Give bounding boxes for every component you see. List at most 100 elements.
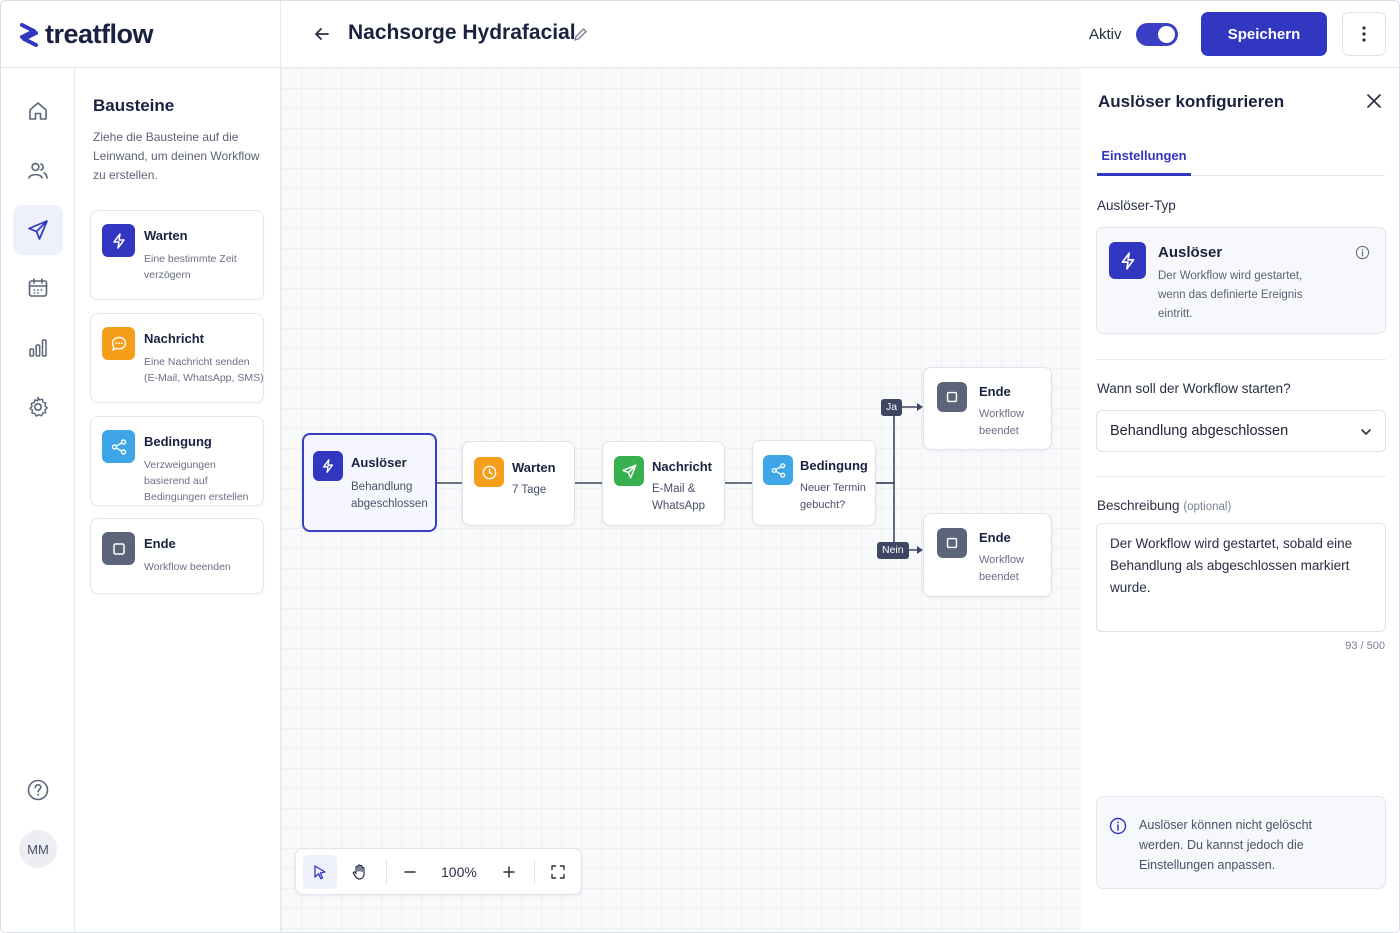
branch-label-yes: Ja (881, 399, 903, 416)
node-title: Bedingung (800, 458, 868, 473)
node-subtitle: Neuer Termin gebucht? (800, 482, 866, 511)
plus-icon (503, 866, 515, 878)
treatflow-logo-icon (20, 22, 38, 47)
start-condition-select[interactable]: Behandlung abgeschlossen (1096, 410, 1386, 452)
stop-icon (112, 542, 125, 555)
edit-title-button[interactable] (569, 23, 591, 45)
tab-einstellungen[interactable]: Einstellungen (1097, 148, 1191, 176)
node-subtitle: Workflow beendet (979, 408, 1025, 437)
block-card-ende[interactable]: Ende Workflow beenden (90, 518, 264, 594)
clock-icon (482, 465, 496, 479)
divider (1096, 359, 1386, 360)
edge-condition-no (876, 482, 918, 551)
nav-item-reports[interactable] (13, 323, 63, 373)
start-condition-label: Wann soll der Workflow starten? (1097, 381, 1291, 396)
avatar[interactable]: MM (19, 830, 57, 868)
close-panel-button[interactable] (1363, 90, 1385, 112)
node-title: Ende (979, 384, 1011, 399)
close-icon (1367, 94, 1381, 108)
block-card-nachricht[interactable]: Nachricht Eine Nachricht senden (E-Mail,… (90, 313, 264, 403)
workflow-title: Nachsorge Hydrafacial (348, 21, 576, 44)
toggle-knob (1158, 26, 1175, 43)
cursor-icon (314, 865, 326, 880)
workflow-canvas[interactable]: Ja Nein Auslöser Behandlung abgeschlosse… (281, 68, 1081, 932)
block-icon (102, 430, 135, 463)
trigger-type-card: Auslöser Der Workflow wird gestartet, we… (1096, 227, 1386, 334)
fit-view-button[interactable] (541, 855, 575, 889)
hand-icon (352, 864, 365, 880)
node-icon (313, 451, 343, 481)
active-toggle[interactable] (1136, 23, 1178, 46)
block-description: Eine bestimmte Zeit verzögern (144, 253, 237, 281)
canvas-toolbar: 100% (295, 848, 582, 895)
brand[interactable]: treatflow (1, 1, 281, 68)
nav-item-help[interactable] (13, 765, 63, 815)
info-box-text: Auslöser können nicht gelöscht werden. D… (1139, 818, 1313, 872)
node-trigger[interactable]: Auslöser Behandlung abgeschlossen (302, 433, 437, 532)
nav-item-workflows[interactable] (13, 205, 63, 255)
brand-name: treatflow (45, 19, 154, 49)
send-icon (621, 463, 637, 479)
stop-icon (946, 537, 958, 549)
back-button[interactable] (309, 21, 335, 47)
block-card-warten[interactable]: Warten Eine bestimmte Zeit verzögern (90, 210, 264, 300)
send-icon (28, 220, 48, 240)
block-icon (102, 532, 135, 565)
node-icon (763, 455, 793, 485)
trigger-type-name: Auslöser (1158, 244, 1223, 261)
share-icon (111, 438, 126, 455)
bar-chart-icon (29, 339, 47, 357)
block-description: Verzweigungen basierend auf Bedingungen … (144, 459, 249, 503)
info-icon (1109, 817, 1127, 835)
zoom-in-button[interactable] (492, 855, 526, 889)
block-name: Nachricht (144, 331, 204, 346)
trigger-type-label: Auslöser-Typ (1097, 198, 1176, 213)
trigger-info-box: Auslöser können nicht gelöscht werden. D… (1096, 796, 1386, 889)
toolbar-divider (534, 859, 535, 885)
description-textarea[interactable]: Der Workflow wird gestartet, sobald eine… (1096, 523, 1386, 632)
pan-tool-button[interactable] (343, 855, 377, 889)
branch-label-no: Nein (877, 542, 909, 559)
lightning-icon (1121, 251, 1134, 270)
nav-item-home[interactable] (13, 86, 63, 136)
block-description: Workflow beenden (144, 561, 231, 573)
character-counter: 93 / 500 (1345, 640, 1385, 652)
node-message[interactable]: Nachricht E-Mail & WhatsApp (602, 441, 725, 526)
node-end-yes[interactable]: Ende Workflow beendet (923, 367, 1052, 450)
trigger-type-description: Der Workflow wird gestartet, wenn das de… (1158, 270, 1303, 320)
lightning-icon (322, 459, 334, 473)
blocks-panel-description: Ziehe die Bausteine auf die Leinwand, um… (93, 130, 260, 182)
blocks-panel-title: Bausteine (93, 96, 175, 115)
arrow-left-icon (315, 28, 329, 40)
message-icon (111, 336, 126, 351)
top-bar: treatflow Nachsorge Hydrafacial Aktiv Sp… (1, 1, 1399, 68)
info-icon (1355, 245, 1369, 259)
more-button[interactable] (1342, 12, 1386, 56)
trigger-info-button[interactable] (1354, 244, 1370, 260)
stop-icon (946, 391, 958, 403)
node-wait[interactable]: Warten 7 Tage (462, 441, 575, 526)
block-icon (102, 224, 135, 257)
block-icon (102, 327, 135, 360)
select-tool-button[interactable] (303, 855, 337, 889)
description-optional: (optional) (1183, 501, 1232, 513)
chevron-down-icon (1361, 429, 1371, 435)
node-icon (937, 382, 967, 412)
node-end-no[interactable]: Ende Workflow beendet (923, 513, 1052, 597)
node-title: Auslöser (351, 455, 407, 470)
node-title: Nachricht (652, 459, 712, 474)
nav-item-settings[interactable] (13, 382, 63, 432)
blocks-panel: Bausteine Ziehe die Bausteine auf die Le… (75, 68, 281, 932)
block-card-bedingung[interactable]: Bedingung Verzweigungen basierend auf Be… (90, 416, 264, 506)
nav-rail: MM (1, 68, 75, 932)
zoom-out-button[interactable] (393, 855, 427, 889)
home-icon (29, 102, 47, 120)
edge-condition-yes (876, 406, 918, 484)
save-button[interactable]: Speichern (1201, 12, 1327, 56)
config-title: Auslöser konfigurieren (1098, 92, 1285, 111)
node-condition[interactable]: Bedingung Neuer Termin gebucht? (752, 440, 876, 526)
node-title: Ende (979, 530, 1011, 545)
nav-item-users[interactable] (13, 146, 63, 196)
zoom-level: 100% (441, 864, 477, 880)
nav-item-calendar[interactable] (13, 263, 63, 313)
